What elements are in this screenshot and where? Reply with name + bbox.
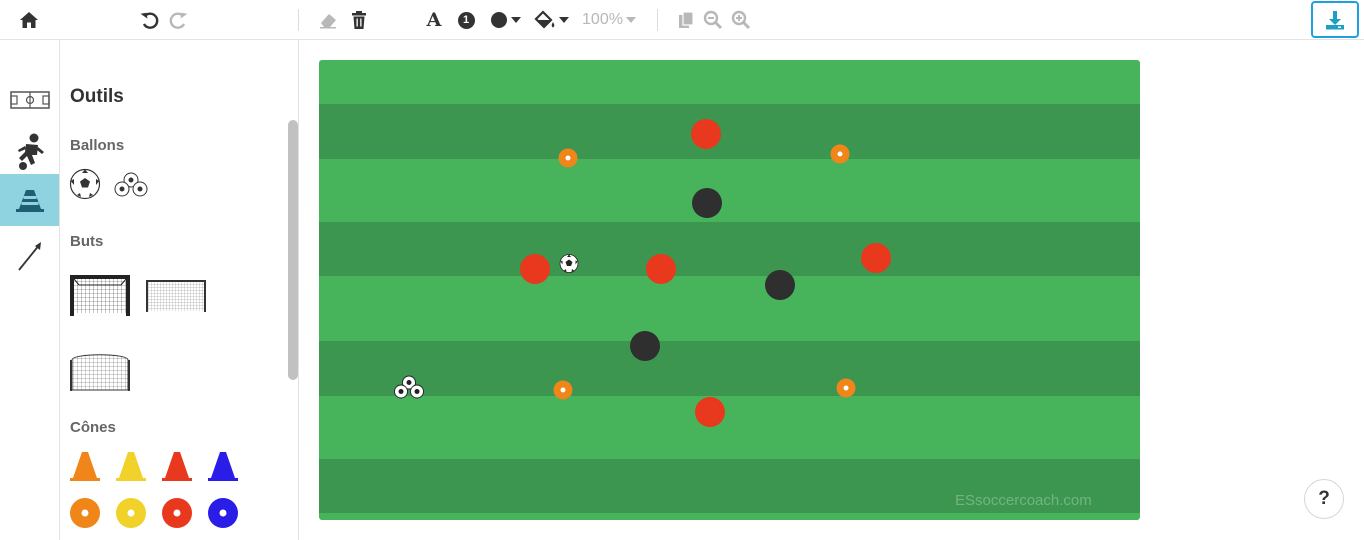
eraser-icon[interactable]: [317, 8, 339, 32]
arrow-icon: [17, 242, 41, 271]
toolbar-divider: [298, 9, 299, 31]
tools-panel: Outils Ballons Buts Cônes: [60, 40, 299, 540]
rail-item-field[interactable]: [0, 74, 59, 126]
field-flat-cone[interactable]: [836, 378, 856, 398]
field-stripe: [319, 104, 1140, 159]
cone-red-icon: [162, 452, 192, 481]
flat-cone-yellow-icon: [116, 498, 146, 528]
player-icon: [17, 133, 44, 170]
field-watermark: ESsoccercoach.com: [955, 492, 1092, 509]
download-button[interactable]: [1311, 1, 1359, 38]
zoom-out-icon[interactable]: [702, 8, 724, 32]
section-balls-heading: Ballons: [70, 137, 125, 154]
field-canvas[interactable]: ESsoccercoach.com: [319, 60, 1140, 520]
chevron-down-icon: [558, 17, 569, 23]
player-black[interactable]: [630, 331, 660, 361]
zoom-in-icon[interactable]: [730, 8, 752, 32]
ball-group-icon: [394, 375, 424, 399]
undo-icon[interactable]: [138, 8, 162, 32]
cone-tool-blue[interactable]: [207, 450, 239, 482]
zoom-select[interactable]: 100%: [582, 8, 636, 32]
goal-tool-side[interactable]: [69, 350, 131, 392]
field-stripe: [319, 222, 1140, 276]
toolbar-divider: [657, 9, 658, 31]
flat-cone-tool-yellow[interactable]: [115, 497, 147, 529]
field-flat-cone[interactable]: [558, 148, 578, 168]
trash-icon[interactable]: [348, 8, 370, 32]
circle-icon: [490, 12, 507, 28]
panel-title: Outils: [70, 86, 124, 107]
player-black[interactable]: [765, 270, 795, 300]
help-button[interactable]: ?: [1304, 479, 1344, 519]
flat-cone-tool-blue[interactable]: [207, 497, 239, 529]
text-tool-button[interactable]: A: [423, 8, 445, 32]
flat-cone-orange-icon: [70, 498, 100, 528]
soccer-ball-icon: [559, 254, 579, 273]
goal-back-icon: [146, 280, 206, 312]
redo-icon[interactable]: [166, 8, 190, 32]
flat-cone-red-icon: [162, 498, 192, 528]
section-goals-heading: Buts: [70, 233, 104, 250]
soccer-ball-icon: [69, 168, 101, 200]
rail-item-cones[interactable]: [0, 174, 59, 226]
panel-scrollbar[interactable]: [288, 120, 298, 380]
player-black[interactable]: [692, 188, 722, 218]
home-icon[interactable]: [17, 8, 41, 32]
flat-cone-tool-orange[interactable]: [69, 497, 101, 529]
cone-tool-red[interactable]: [161, 450, 193, 482]
chevron-down-icon: [510, 17, 521, 23]
ball-group-icon: [114, 172, 148, 197]
goal-front-icon: [70, 275, 130, 316]
ball-group-tool[interactable]: [114, 172, 148, 198]
field-ball[interactable]: [559, 254, 579, 279]
cone-icon: [15, 190, 44, 212]
cone-blue-icon: [208, 452, 238, 481]
goal-tool-front[interactable]: [69, 273, 131, 317]
flat-cone-tool-red[interactable]: [161, 497, 193, 529]
field-flat-cone[interactable]: [553, 380, 573, 400]
player-red[interactable]: [691, 119, 721, 149]
copy-icon[interactable]: [676, 8, 696, 32]
flat-cone-blue-icon: [208, 498, 238, 528]
cone-tool-orange[interactable]: [69, 450, 101, 482]
player-red[interactable]: [646, 254, 676, 284]
download-icon: [1326, 10, 1344, 29]
cone-yellow-icon: [116, 452, 146, 481]
rail-item-players[interactable]: [0, 126, 59, 178]
cone-orange-icon: [70, 452, 100, 481]
goal-side-icon: [70, 354, 130, 391]
zoom-value: 100%: [582, 11, 623, 28]
field-ball-group[interactable]: [393, 375, 425, 405]
top-toolbar: A 1 100%: [0, 0, 1364, 40]
number-badge: 1: [457, 11, 475, 29]
player-red[interactable]: [695, 397, 725, 427]
ball-tool[interactable]: [69, 168, 101, 200]
field-stripe: [319, 341, 1140, 396]
field-icon: [9, 91, 50, 109]
section-cones-heading: Cônes: [70, 419, 116, 436]
player-red[interactable]: [520, 254, 550, 284]
number-tool-button[interactable]: 1: [455, 8, 477, 32]
rail-item-arrows[interactable]: [0, 230, 59, 282]
cone-tool-yellow[interactable]: [115, 450, 147, 482]
goal-tool-back[interactable]: [145, 278, 207, 314]
player-red[interactable]: [861, 243, 891, 273]
chevron-down-icon: [625, 17, 636, 23]
paint-bucket-icon: [533, 10, 554, 29]
fill-color-button[interactable]: [533, 8, 569, 32]
category-rail: [0, 40, 60, 540]
field-flat-cone[interactable]: [830, 144, 850, 164]
color-picker-button[interactable]: [487, 8, 523, 32]
